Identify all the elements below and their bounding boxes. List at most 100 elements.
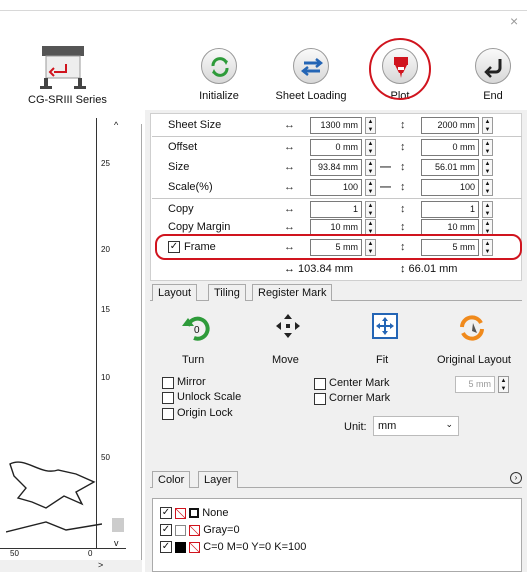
tab-tiling[interactable]: Tiling [208,284,246,301]
scroll-down-icon[interactable]: v [114,538,119,548]
size-height-input[interactable]: 56.01 mm [421,159,479,176]
mirror-checkbox[interactable] [162,377,174,389]
color-checkbox[interactable]: ✓ [160,541,172,554]
corner-mark-checkbox[interactable] [314,393,326,405]
center-mark-checkbox[interactable] [314,378,326,390]
end-button[interactable]: End [457,48,527,102]
horizontal-arrow-icon: ↔ [284,241,295,253]
scale-height-input[interactable]: 100 [421,179,479,196]
sheet-height-input[interactable]: 2000 mm [421,117,479,134]
initialize-label: Initialize [199,90,239,102]
center-mark-spinner[interactable]: ▲ ▼ [498,376,509,393]
sheet-size-row: Sheet Size ↔ 1300 mm ▲ ▼ ↕ 2000 mm ▲ ▼ [152,116,522,136]
color-checkbox[interactable]: ✓ [160,507,172,520]
tab-register-mark[interactable]: Register Mark [252,284,333,301]
return-arrow-icon [475,48,511,84]
sheet-loading-label: Sheet Loading [275,90,347,102]
close-icon[interactable]: × [510,13,518,29]
divider [152,136,522,137]
no-fill-swatch-icon [189,524,201,536]
vertical-arrow-icon: ↕ [400,203,406,215]
origin-lock-label: Origin Lock [177,407,233,419]
ruler-label: 100 [101,373,115,382]
chevron-down-icon: ⌄ [445,419,453,429]
unit-select[interactable]: mm ⌄ [373,416,459,436]
original-layout-icon[interactable] [456,311,488,346]
unlock-scale-checkbox[interactable] [162,392,174,404]
plot-highlight-ring [369,38,431,100]
copy-margin-label: Copy Margin [168,221,231,233]
swap-arrows-icon [293,48,329,84]
original-layout-label: Original Layout [437,354,511,366]
bottom-ruler: 50 0 [0,548,126,560]
sheet-height-spinner[interactable]: ▲ ▼ [482,117,493,134]
copy-label: Copy [168,203,194,215]
copy-height-spinner[interactable]: ▲ ▼ [482,201,493,218]
color-name: C=0 M=0 Y=0 K=100 [203,541,307,553]
sheet-loading-button[interactable]: Sheet Loading [275,48,347,102]
frame-width-input[interactable]: 5 mm [310,239,362,256]
tab-layer[interactable]: Layer [198,471,238,488]
fish-shape-preview [5,452,103,545]
sheet-width-input[interactable]: 1300 mm [310,117,362,134]
offset-width-input[interactable]: 0 mm [310,139,362,156]
size-label: Size [168,161,190,173]
frame-width-spinner[interactable]: ▲ ▼ [365,239,376,256]
sheet-width-spinner[interactable]: ▲ ▼ [365,117,376,134]
move-label: Move [272,354,299,366]
scroll-right-icon[interactable]: > [98,560,103,570]
scroll-thumb[interactable] [112,518,124,532]
color-swatch-icon [189,508,200,519]
refresh-icon [201,48,237,84]
frame-row: ✓ Frame ↔ 5 mm ▲ ▼ ↕ 5 mm ▲ ▼ [152,238,522,258]
offset-width-spinner[interactable]: ▲ ▼ [365,139,376,156]
frame-checkbox[interactable]: ✓ [168,241,180,253]
initialize-button[interactable]: Initialize [183,48,255,102]
origin-lock-checkbox[interactable] [162,408,174,420]
horizontal-arrow-icon: ↔ [284,203,295,215]
mirror-label: Mirror [177,376,206,388]
link-dash-icon[interactable]: — [380,181,391,193]
end-label: End [483,90,503,102]
frame-height-input[interactable]: 5 mm [421,239,479,256]
size-width-input[interactable]: 93.84 mm [310,159,362,176]
color-checkbox[interactable]: ✓ [160,524,172,537]
list-item[interactable]: ✓ Gray=0 [160,524,240,537]
vertical-scrollbar[interactable]: ^ v [110,118,128,558]
tab-layout[interactable]: Layout [152,284,198,301]
list-item[interactable]: ✓ None [160,507,228,520]
copy-width-spinner[interactable]: ▲ ▼ [365,201,376,218]
fit-icon[interactable] [371,312,399,343]
list-item[interactable]: ✓ C=0 M=0 Y=0 K=100 [160,541,307,554]
horizontal-arrow-icon: ↔ [284,141,295,153]
tab-color[interactable]: Color [152,471,191,488]
ruler-label: 250 [101,159,115,168]
scale-label: Scale(%) [168,181,213,193]
scroll-up-icon[interactable]: ^ [114,120,118,130]
vertical-arrow-icon: ↕ [400,241,406,253]
scale-width-input[interactable]: 100 [310,179,362,196]
svg-text:0: 0 [194,325,200,336]
frame-height-spinner[interactable]: ▲ ▼ [482,239,493,256]
copy-width-input[interactable]: 1 [310,201,362,218]
fit-label: Fit [376,354,389,366]
title-separator [0,10,527,11]
expand-icon[interactable]: › [510,472,522,484]
link-dash-icon[interactable]: — [380,161,391,173]
turn-icon[interactable]: 0 [180,312,212,347]
no-fill-swatch-icon [175,507,187,519]
scale-height-spinner[interactable]: ▲ ▼ [482,179,493,196]
copy-height-input[interactable]: 1 [421,201,479,218]
offset-height-spinner[interactable]: ▲ ▼ [482,139,493,156]
move-icon[interactable] [274,312,302,343]
offset-height-input[interactable]: 0 mm [421,139,479,156]
size-height-spinner[interactable]: ▲ ▼ [482,159,493,176]
divider [152,198,522,199]
unit-label: Unit: [344,421,367,433]
size-width-spinner[interactable]: ▲ ▼ [365,159,376,176]
horizontal-scrollbar[interactable]: > [0,560,142,572]
scale-width-spinner[interactable]: ▲ ▼ [365,179,376,196]
offset-row: Offset ↔ 0 mm ▲ ▼ ↕ 0 mm ▲ ▼ [152,138,522,158]
ruler-label: 200 [101,245,115,254]
center-mark-input[interactable]: 5 mm [455,376,495,393]
